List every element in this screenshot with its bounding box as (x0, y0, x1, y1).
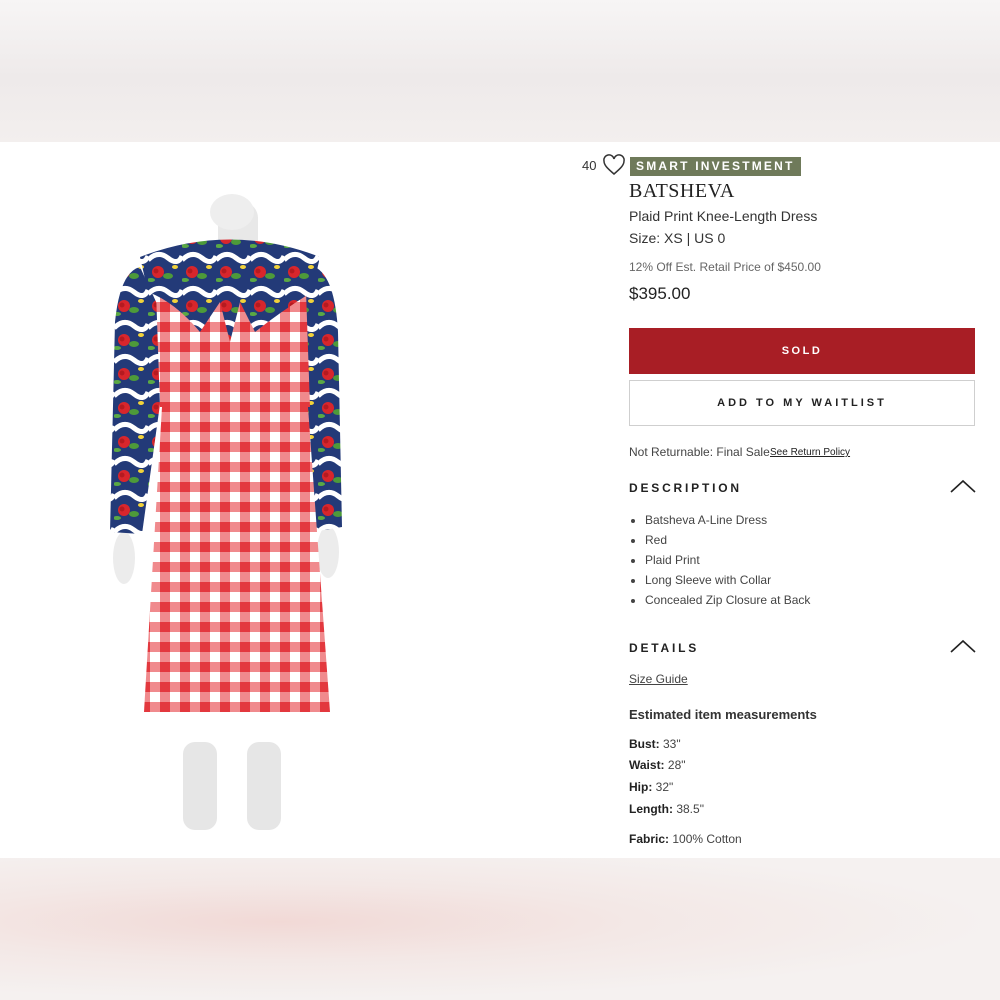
fabric-info: Fabric: 100% Cotton (629, 832, 742, 846)
discount-text: 12% Off Est. Retail Price of $450.00 (629, 260, 821, 274)
measurement-label: Waist: (629, 758, 665, 772)
heart-icon[interactable] (602, 154, 626, 176)
sold-button[interactable]: SOLD (629, 328, 975, 374)
product-image[interactable] (80, 182, 400, 832)
description-list: Batsheva A-Line Dress Red Plaid Print Lo… (629, 510, 810, 610)
list-item: Red (645, 530, 810, 550)
like-count: 40 (582, 158, 597, 173)
smart-investment-badge: SMART INVESTMENT (630, 157, 801, 176)
product-title: Plaid Print Knee-Length Dress (629, 208, 818, 224)
return-status-text: Not Returnable: Final Sale (629, 445, 770, 459)
measurement-label: Bust: (629, 737, 660, 751)
return-policy-link[interactable]: See Return Policy (770, 447, 850, 458)
measurement-hip: Hip: 32" (629, 780, 673, 794)
fabric-value: 100% Cotton (669, 832, 742, 846)
measurement-label: Length: (629, 802, 673, 816)
fabric-label: Fabric: (629, 832, 670, 846)
list-item: Plaid Print (645, 550, 810, 570)
measurement-bust: Bust: 33" (629, 737, 681, 751)
product-card: 40 SMART INVESTMENT BATSHEVA Plaid Print… (0, 142, 1000, 858)
list-item: Long Sleeve with Collar (645, 570, 810, 590)
blurred-top-backdrop (0, 0, 1000, 142)
measurement-value: 38.5" (673, 802, 704, 816)
measurement-value: 32" (652, 780, 674, 794)
details-heading[interactable]: DETAILS (629, 641, 699, 655)
measurement-label: Hip: (629, 780, 653, 794)
measurement-length: Length: 38.5" (629, 802, 704, 816)
measurement-waist: Waist: 28" (629, 758, 686, 772)
blurred-bottom-backdrop (0, 858, 1000, 1000)
description-heading[interactable]: DESCRIPTION (629, 481, 742, 495)
list-item: Batsheva A-Line Dress (645, 510, 810, 530)
measurements-title: Estimated item measurements (629, 707, 817, 722)
size-guide-link[interactable]: Size Guide (629, 672, 688, 686)
measurement-value: 33" (659, 737, 681, 751)
brand-name[interactable]: BATSHEVA (629, 180, 735, 203)
chevron-up-icon[interactable] (950, 479, 976, 493)
add-to-waitlist-button[interactable]: ADD TO MY WAITLIST (629, 380, 975, 426)
product-size: Size: XS | US 0 (629, 230, 726, 246)
list-item: Concealed Zip Closure at Back (645, 590, 810, 610)
product-price: $395.00 (629, 284, 691, 303)
chevron-up-icon[interactable] (950, 639, 976, 653)
measurement-value: 28" (664, 758, 686, 772)
